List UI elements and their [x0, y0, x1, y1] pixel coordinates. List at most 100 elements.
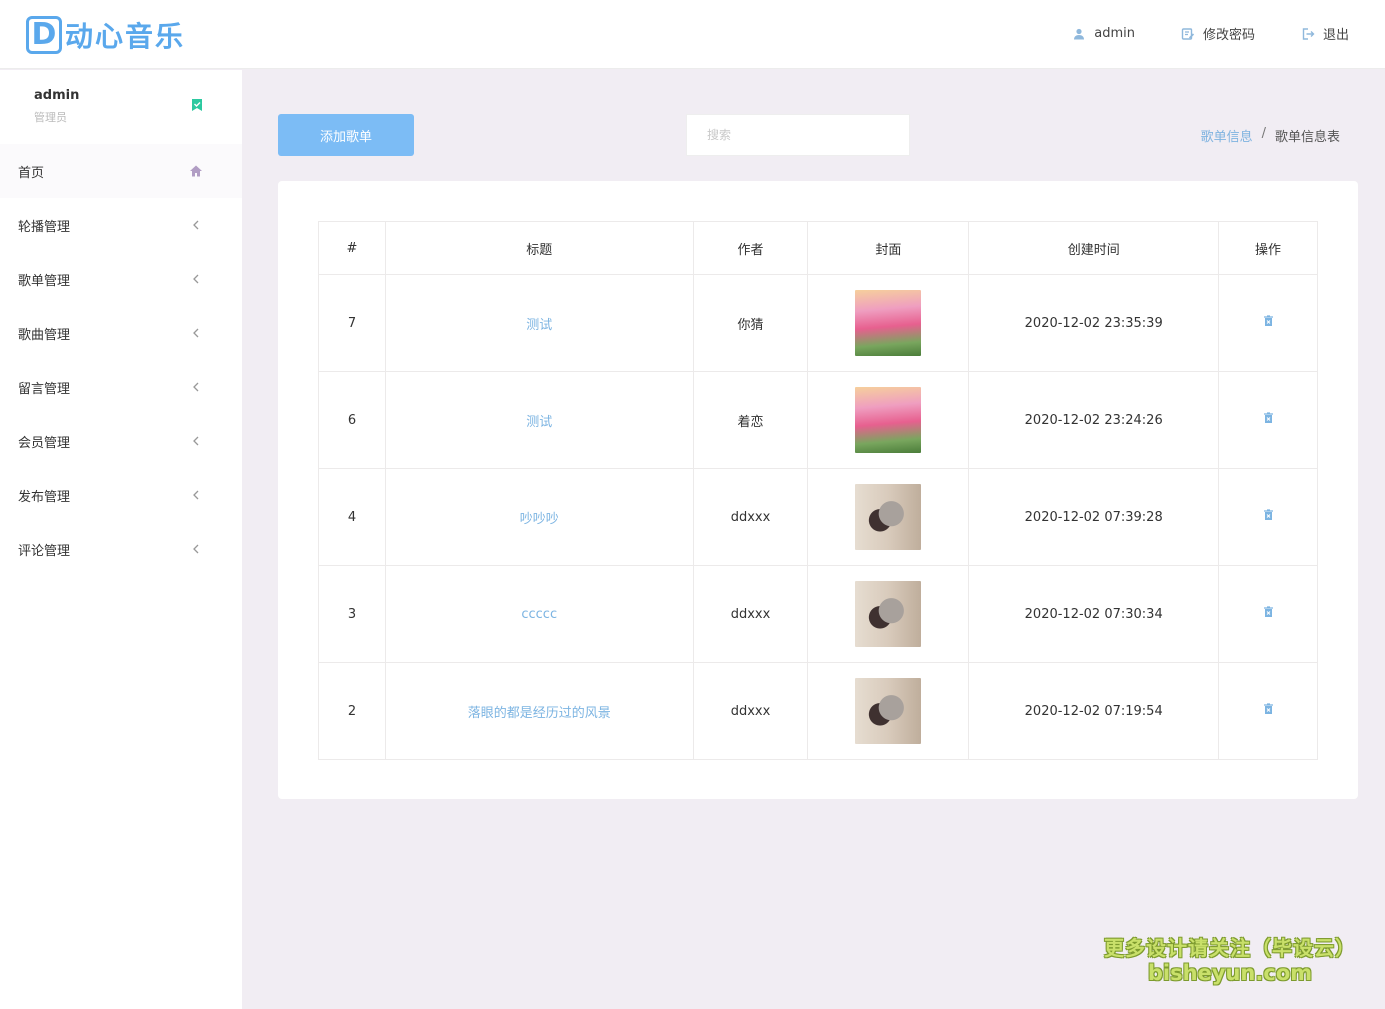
cell-author: ddxxx: [692, 662, 809, 760]
sidebar-user-role: 管理员: [34, 111, 67, 124]
cover-image: [855, 387, 922, 453]
breadcrumb-parent[interactable]: 歌单信息: [1201, 126, 1253, 145]
column-header-actions: 操作: [1218, 221, 1318, 275]
cell-title-link[interactable]: 测试: [384, 274, 694, 372]
chevron-left-icon: [189, 488, 203, 502]
cell-author: 你猜: [692, 274, 809, 372]
chevron-left-icon: [189, 542, 203, 556]
logout-icon: [1302, 27, 1315, 40]
cover-image: [855, 290, 922, 356]
search-input[interactable]: [686, 114, 910, 156]
user-menu[interactable]: admin: [1072, 26, 1135, 41]
table-row: 4 吵吵吵 ddxxx 2020-12-02 07:39:28: [318, 468, 1318, 566]
sidebar-item-carousel[interactable]: 轮播管理: [0, 198, 242, 252]
app-logo[interactable]: D 动心音乐: [26, 14, 185, 56]
cell-cover: [807, 565, 970, 663]
cell-id: 2: [318, 662, 386, 760]
sidebar-item-home[interactable]: 首页: [0, 144, 242, 198]
cell-id: 7: [318, 274, 386, 372]
cell-created: 2020-12-02 07:30:34: [968, 565, 1220, 663]
cell-actions: [1218, 662, 1318, 760]
trash-icon[interactable]: [1263, 412, 1274, 424]
breadcrumb-current: 歌单信息表: [1274, 130, 1340, 145]
table-row: 2 落眼的都是经历过的风景 ddxxx 2020-12-02 07:19:54: [318, 662, 1318, 760]
cell-author: 着恋: [692, 371, 809, 469]
check-badge-icon: [192, 99, 202, 111]
sidebar-item-messages[interactable]: 留言管理: [0, 360, 242, 414]
cell-actions: [1218, 468, 1318, 566]
cell-cover: [807, 662, 970, 760]
sidebar-item-label: 发布管理: [18, 489, 71, 505]
change-password-link[interactable]: 修改密码: [1181, 24, 1255, 43]
watermark-line1: 更多设计请关注（毕设云）: [1104, 936, 1356, 960]
sidebar-item-label: 会员管理: [18, 435, 71, 451]
top-header: D 动心音乐 admin 修改密码 退出: [0, 0, 1385, 69]
column-header-title: 标题: [384, 221, 694, 275]
cell-title-link[interactable]: 落眼的都是经历过的风景: [384, 662, 694, 760]
cell-cover: [807, 274, 970, 372]
cell-title-link[interactable]: 测试: [384, 371, 694, 469]
table-row: 3 ccccc ddxxx 2020-12-02 07:30:34: [318, 565, 1318, 663]
sidebar-item-members[interactable]: 会员管理: [0, 414, 242, 468]
logo-text: 动心音乐: [65, 20, 186, 53]
sidebar-item-label: 轮播管理: [18, 219, 71, 235]
add-playlist-button[interactable]: 添加歌单: [278, 114, 414, 156]
cell-author: ddxxx: [692, 468, 809, 566]
logo-letter: D: [26, 16, 62, 54]
cell-id: 6: [318, 371, 386, 469]
user-icon: [1074, 28, 1085, 39]
trash-icon[interactable]: [1263, 315, 1274, 327]
cell-cover: [807, 468, 970, 566]
cell-title-link[interactable]: 吵吵吵: [384, 468, 694, 566]
breadcrumb: 歌单信息 / 歌单信息表: [1201, 126, 1340, 145]
cell-actions: [1218, 274, 1318, 372]
column-header-cover: 封面: [807, 221, 970, 275]
cell-actions: [1218, 371, 1318, 469]
cover-image: [855, 581, 922, 647]
breadcrumb-separator: /: [1261, 126, 1266, 141]
column-header-id: #: [318, 221, 386, 275]
column-header-author: 作者: [692, 221, 809, 275]
table-row: 7 测试 你猜 2020-12-02 23:35:39: [318, 274, 1318, 372]
watermark-line2: bisheyun.com: [1147, 961, 1313, 985]
watermark: 更多设计请关注（毕设云） bisheyun.com: [1102, 932, 1358, 985]
logout-link[interactable]: 退出: [1301, 24, 1349, 43]
chevron-left-icon: [189, 380, 203, 394]
chevron-left-icon: [189, 218, 203, 232]
user-menu-label: admin: [1094, 26, 1135, 41]
trash-icon[interactable]: [1263, 606, 1274, 618]
cell-id: 3: [318, 565, 386, 663]
table-row: 6 测试 着恋 2020-12-02 23:24:26: [318, 371, 1318, 469]
sidebar-item-label: 歌单管理: [18, 273, 71, 289]
cell-id: 4: [318, 468, 386, 566]
playlist-table: # 标题 作者 封面 创建时间 操作 7 测试 你猜 2020-12-02 23…: [318, 221, 1318, 760]
trash-icon[interactable]: [1263, 509, 1274, 521]
chevron-left-icon: [189, 272, 203, 286]
column-header-created: 创建时间: [968, 221, 1220, 275]
sidebar-item-label: 留言管理: [18, 381, 71, 397]
sidebar-item-playlists[interactable]: 歌单管理: [0, 252, 242, 306]
home-icon: [189, 164, 203, 178]
chevron-left-icon: [189, 326, 203, 340]
sidebar-user-name: admin: [34, 88, 80, 103]
change-password-label: 修改密码: [1202, 28, 1255, 43]
edit-icon: [1181, 27, 1195, 40]
cell-created: 2020-12-02 07:19:54: [968, 662, 1220, 760]
trash-icon[interactable]: [1263, 703, 1274, 715]
sidebar-item-comments[interactable]: 评论管理: [0, 522, 242, 576]
cell-author: ddxxx: [692, 565, 809, 663]
logout-label: 退出: [1322, 28, 1349, 43]
cell-cover: [807, 371, 970, 469]
sidebar: admin 管理员 首页 轮播管理 歌单管理 歌曲管理 留言管理 会员管理 发布…: [0, 70, 242, 1009]
sidebar-item-label: 评论管理: [18, 543, 71, 559]
cell-created: 2020-12-02 07:39:28: [968, 468, 1220, 566]
sidebar-item-publish[interactable]: 发布管理: [0, 468, 242, 522]
cell-created: 2020-12-02 23:35:39: [968, 274, 1220, 372]
sidebar-item-songs[interactable]: 歌曲管理: [0, 306, 242, 360]
sidebar-menu: 首页 轮播管理 歌单管理 歌曲管理 留言管理 会员管理 发布管理 评论管理: [0, 144, 242, 576]
cell-title-link[interactable]: ccccc: [384, 565, 694, 663]
cover-image: [855, 678, 922, 744]
table-header-row: # 标题 作者 封面 创建时间 操作: [318, 221, 1318, 275]
top-nav: admin 修改密码 退出: [1072, 24, 1349, 43]
sidebar-item-label: 首页: [18, 165, 45, 181]
